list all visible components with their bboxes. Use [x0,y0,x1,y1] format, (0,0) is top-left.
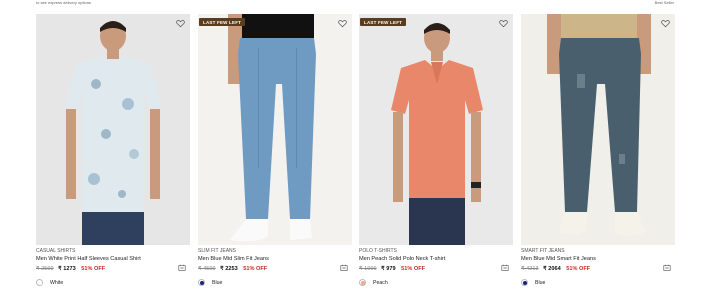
sale-price: ₹ 2064 [543,266,561,272]
product-card[interactable]: CASUAL SHIRTS Men White Print Half Sleev… [36,14,190,306]
mrp-price: ₹ 2599 [36,266,54,272]
sale-price: ₹ 2253 [220,266,238,272]
discount-label: 51% OFF [401,266,426,272]
product-category: SMART FIT JEANS [521,248,565,254]
stock-badge: LAST FEW LEFT [360,18,407,26]
mrp-price: ₹ 1999 [359,266,377,272]
product-info: SMART FIT JEANS Men Blue Mid Smart Fit J… [521,248,675,306]
color-swatch[interactable] [198,279,205,286]
product-card[interactable]: SMART FIT JEANS Men Blue Mid Smart Fit J… [521,14,675,306]
discount-label: 51% OFF [243,266,268,272]
product-info: SLIM FIT JEANS Men Blue Mid Slim Fit Jea… [198,248,352,306]
price-row: ₹ 2599 ₹ 1273 51% OFF [36,265,190,273]
product-image[interactable] [198,14,352,245]
price-row: ₹ 1999 ₹ 979 51% OFF [359,265,513,273]
price-row: ₹ 4599 ₹ 2253 51% OFF [198,265,352,273]
product-image[interactable] [521,14,675,245]
model-jeans-image [198,14,352,245]
color-swatch-row: Blue [198,279,352,286]
color-name: White [50,279,64,286]
discount-label: 51% OFF [566,266,591,272]
product-image[interactable] [36,14,190,245]
product-name[interactable]: Men Peach Solid Polo Neck T-shirt [359,255,513,263]
compare-icon[interactable] [663,264,671,272]
compare-icon[interactable] [178,264,186,272]
product-name[interactable]: Men Blue Mid Slim Fit Jeans [198,255,352,263]
model-shirt-image [36,14,190,245]
discount-label: 51% OFF [81,266,106,272]
color-swatch-row: Blue [521,279,675,286]
price-row: ₹ 4213 ₹ 2064 51% OFF [521,265,675,273]
stock-badge: LAST FEW LEFT [199,18,246,26]
product-grid: CASUAL SHIRTS Men White Print Half Sleev… [36,14,675,306]
compare-icon[interactable] [501,264,509,272]
product-category: CASUAL SHIRTS [36,248,76,254]
color-swatch[interactable] [36,279,43,286]
wishlist-heart-icon[interactable] [176,19,185,28]
model-polo-image [359,14,513,245]
product-name[interactable]: Men Blue Mid Smart Fit Jeans [521,255,675,263]
product-card[interactable]: LAST FEW LEFT POLO T-SHIRTS Men Peach So… [359,14,513,306]
mrp-price: ₹ 4213 [521,266,539,272]
sale-price: ₹ 1273 [58,266,76,272]
model-jeans-image [521,14,675,245]
delivery-note: to see express delivery options [36,0,91,5]
product-name[interactable]: Men White Print Half Sleeves Casual Shir… [36,255,190,263]
color-name: Peach [373,279,388,286]
sort-label[interactable]: Best Seller [655,0,674,5]
mrp-price: ₹ 4599 [198,266,216,272]
color-swatch[interactable] [359,279,366,286]
product-card[interactable]: LAST FEW LEFT SLIM FIT JEANS Men Blue Mi… [198,14,352,306]
product-image[interactable] [359,14,513,245]
compare-icon[interactable] [340,264,348,272]
sale-price: ₹ 979 [381,266,396,272]
product-category: POLO T-SHIRTS [359,248,397,254]
top-garment [242,14,314,40]
product-info: POLO T-SHIRTS Men Peach Solid Polo Neck … [359,248,513,306]
wishlist-heart-icon[interactable] [338,19,347,28]
color-name: Blue [212,279,223,286]
top-garment [561,14,637,40]
product-category: SLIM FIT JEANS [198,248,236,254]
wishlist-heart-icon[interactable] [499,19,508,28]
color-swatch[interactable] [521,279,528,286]
color-swatch-row: White [36,279,190,286]
color-name: Blue [535,279,546,286]
product-info: CASUAL SHIRTS Men White Print Half Sleev… [36,248,190,306]
wishlist-heart-icon[interactable] [661,19,670,28]
color-swatch-row: Peach [359,279,513,286]
